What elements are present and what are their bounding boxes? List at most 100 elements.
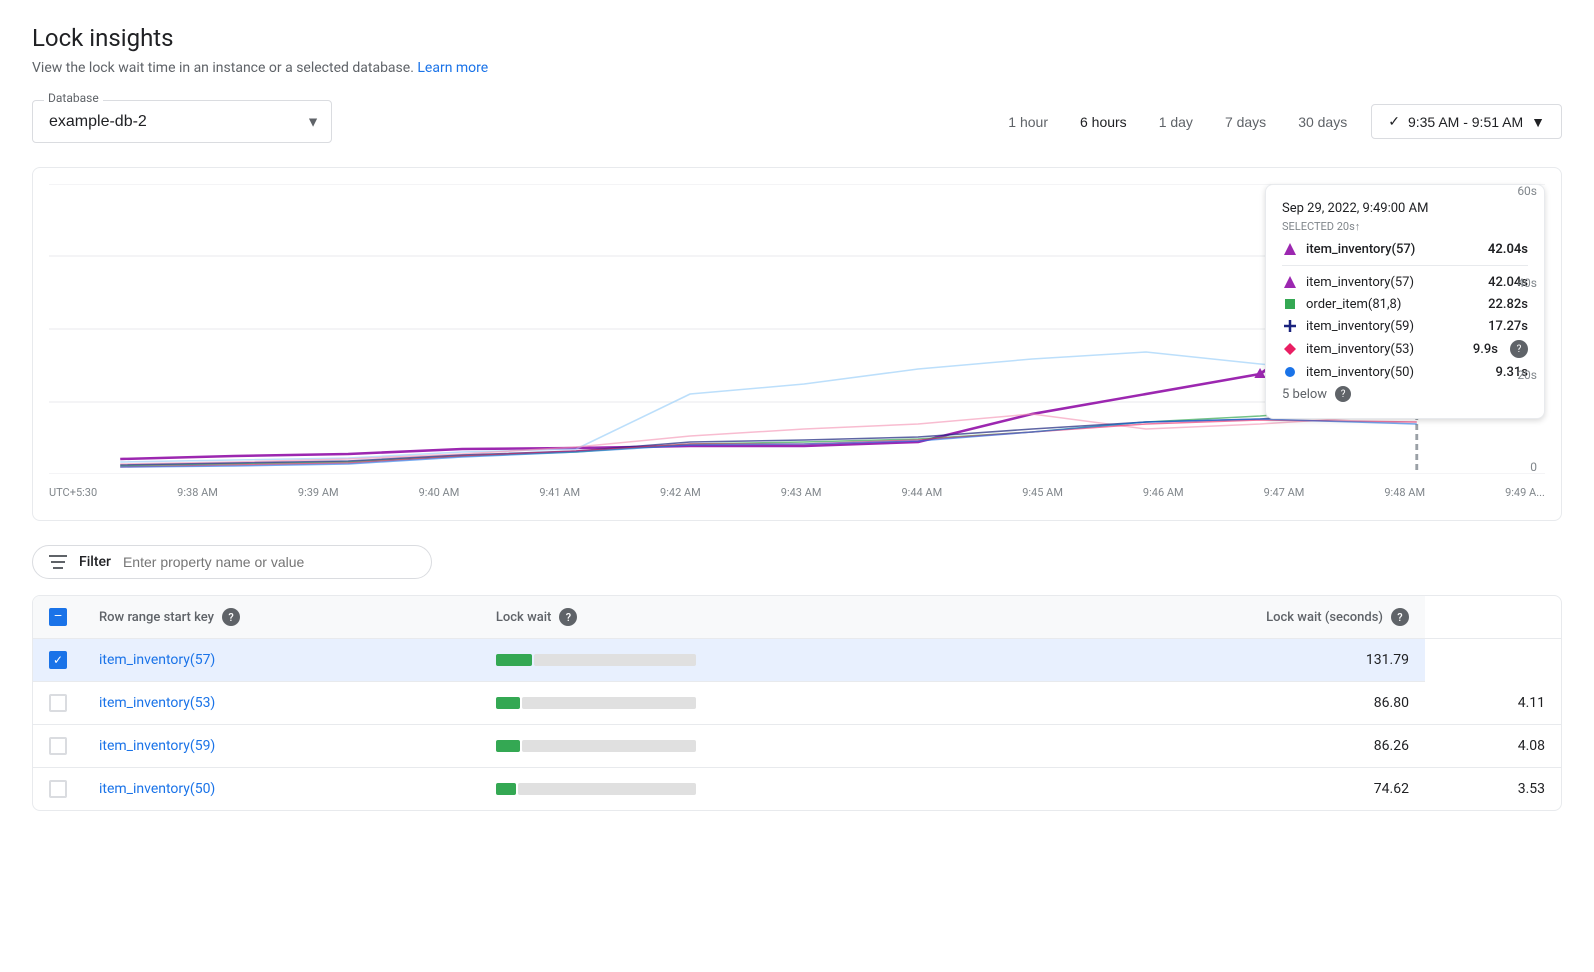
row2-name-cell: item_inventory(53)	[83, 682, 480, 725]
help-icon-below: ?	[1335, 386, 1351, 402]
tooltip-selected-label: SELECTED 20s↑	[1282, 220, 1528, 233]
legend-name-0: item_inventory(57)	[1306, 275, 1414, 290]
chart-section: 60s 40s 20s 0	[32, 167, 1562, 521]
header-lock-wait-seconds-label: Lock wait (seconds)	[1266, 610, 1383, 625]
time-range-label: 9:35 AM - 9:51 AM	[1408, 114, 1523, 130]
row2-checkbox[interactable]	[49, 694, 67, 712]
x-label-938: 9:38 AM	[177, 486, 218, 499]
tooltip-main-icon	[1282, 241, 1298, 257]
page-subtitle: View the lock wait time in an instance o…	[32, 60, 1562, 76]
x-label-944: 9:44 AM	[901, 486, 942, 499]
tooltip-selected-val: 20s↑	[1337, 220, 1361, 233]
header-row-range: Row range start key ?	[83, 596, 480, 639]
table-row: item_inventory(50) 74.62 3.53	[33, 768, 1561, 811]
row1-seconds-cell: 131.79	[1012, 639, 1425, 682]
row1-bar-filled	[496, 654, 532, 666]
x-label-939: 9:39 AM	[298, 486, 339, 499]
row3-seconds-cell: 86.26	[1012, 725, 1425, 768]
row2-extra-cell: 4.11	[1425, 682, 1561, 725]
legend-value-2: 17.27s	[1488, 319, 1528, 334]
row3-checkbox-cell	[33, 725, 83, 768]
tooltip-legend-item-3: item_inventory(53) 9.9s ?	[1282, 340, 1528, 358]
header-checkbox[interactable]	[49, 608, 67, 626]
database-select-input[interactable]: example-db-2 example-db-1 example-db-3	[32, 100, 332, 143]
row3-name-cell: item_inventory(59)	[83, 725, 480, 768]
legend-value-3: 9.9s	[1473, 342, 1498, 357]
tooltip-time: Sep 29, 2022, 9:49:00 AM	[1282, 201, 1528, 216]
help-icon-lock-wait: ?	[559, 608, 577, 626]
filter-input[interactable]	[123, 554, 415, 570]
help-icon-3: ?	[1510, 340, 1528, 358]
legend-name-4: item_inventory(50)	[1306, 365, 1414, 380]
row4-name-link[interactable]: item_inventory(50)	[99, 781, 215, 797]
time-range-button[interactable]: ✓ 9:35 AM - 9:51 AM ▼	[1371, 104, 1562, 139]
row1-checkbox[interactable]	[49, 651, 67, 669]
header-row-range-label: Row range start key	[99, 610, 214, 625]
learn-more-link[interactable]: Learn more	[417, 60, 488, 76]
row2-seconds-value: 86.80	[1374, 695, 1409, 711]
row4-bar-filled	[496, 783, 516, 795]
row4-checkbox[interactable]	[49, 780, 67, 798]
legend-icon-green-square	[1282, 296, 1298, 312]
x-label-945: 9:45 AM	[1022, 486, 1063, 499]
table-row: item_inventory(57) 131.79	[33, 639, 1561, 682]
row4-lock-bar	[496, 783, 696, 795]
legend-value-4: 9.31s	[1496, 365, 1528, 380]
row2-lockbar-cell	[480, 682, 1012, 725]
time-btn-6hours[interactable]: 6 hours	[1072, 108, 1135, 136]
row3-name-link[interactable]: item_inventory(59)	[99, 738, 215, 754]
check-icon: ✓	[1388, 113, 1400, 130]
tooltip-main-name: item_inventory(57)	[1306, 242, 1415, 257]
row2-seconds-cell: 86.80	[1012, 682, 1425, 725]
row3-lockbar-cell	[480, 725, 1012, 768]
lock-insights-table: Row range start key ? Lock wait ? Lock w…	[33, 596, 1561, 810]
time-btn-1day[interactable]: 1 day	[1151, 108, 1201, 136]
time-btn-30days[interactable]: 30 days	[1290, 108, 1355, 136]
tooltip-legend-item-4: item_inventory(50) 9.31s	[1282, 364, 1528, 380]
row4-extra-cell: 3.53	[1425, 768, 1561, 811]
row4-name-cell: item_inventory(50)	[83, 768, 480, 811]
header-lock-wait-seconds: Lock wait (seconds) ?	[1012, 596, 1425, 639]
tooltip-main-item: item_inventory(57) 42.04s	[1282, 241, 1528, 257]
legend-icon-purple-triangle	[1282, 274, 1298, 290]
tooltip-divider	[1282, 265, 1528, 266]
row4-seconds-value: 74.62	[1374, 781, 1409, 797]
row3-extra-cell: 4.08	[1425, 725, 1561, 768]
row4-bar-empty	[518, 783, 696, 795]
row2-name-link[interactable]: item_inventory(53)	[99, 695, 215, 711]
legend-icon-pink-diamond	[1282, 341, 1298, 357]
tooltip-legend-item-0: item_inventory(57) 42.04s	[1282, 274, 1528, 290]
table-section: Row range start key ? Lock wait ? Lock w…	[32, 595, 1562, 811]
table-header-row: Row range start key ? Lock wait ? Lock w…	[33, 596, 1561, 639]
help-icon-row-range: ?	[222, 608, 240, 626]
legend-value-0: 42.04s	[1488, 275, 1528, 290]
row2-lock-bar	[496, 697, 696, 709]
filter-bar[interactable]: Filter	[32, 545, 432, 579]
chart-tooltip: Sep 29, 2022, 9:49:00 AM SELECTED 20s↑ i…	[1265, 184, 1545, 419]
legend-name-1: order_item(81,8)	[1306, 297, 1401, 312]
row2-checkbox-cell	[33, 682, 83, 725]
controls-row: Database example-db-2 example-db-1 examp…	[32, 100, 1562, 143]
table-row: item_inventory(59) 86.26 4.08	[33, 725, 1561, 768]
x-label-941: 9:41 AM	[539, 486, 580, 499]
x-label-943: 9:43 AM	[781, 486, 822, 499]
row3-checkbox[interactable]	[49, 737, 67, 755]
chart-x-labels: UTC+5:30 9:38 AM 9:39 AM 9:40 AM 9:41 AM…	[49, 482, 1545, 499]
filter-section: Filter	[32, 545, 1562, 579]
time-btn-1hour[interactable]: 1 hour	[1000, 108, 1056, 136]
row2-bar-filled	[496, 697, 520, 709]
x-label-947: 9:47 AM	[1264, 486, 1305, 499]
database-selector: Database example-db-2 example-db-1 examp…	[32, 100, 332, 143]
x-label-946: 9:46 AM	[1143, 486, 1184, 499]
row1-lock-bar	[496, 654, 696, 666]
time-btn-7days[interactable]: 7 days	[1217, 108, 1274, 136]
row2-bar-empty	[522, 697, 696, 709]
row1-name-link[interactable]: item_inventory(57)	[99, 652, 215, 668]
time-controls: 1 hour 6 hours 1 day 7 days 30 days ✓ 9:…	[1000, 104, 1562, 139]
page-title: Lock insights	[32, 24, 1562, 52]
row4-checkbox-cell	[33, 768, 83, 811]
tooltip-legend-item-1: order_item(81,8) 22.82s	[1282, 296, 1528, 312]
row1-bar-empty	[534, 654, 696, 666]
chevron-down-icon: ▼	[1531, 114, 1545, 130]
x-label-utc: UTC+5:30	[49, 486, 97, 499]
